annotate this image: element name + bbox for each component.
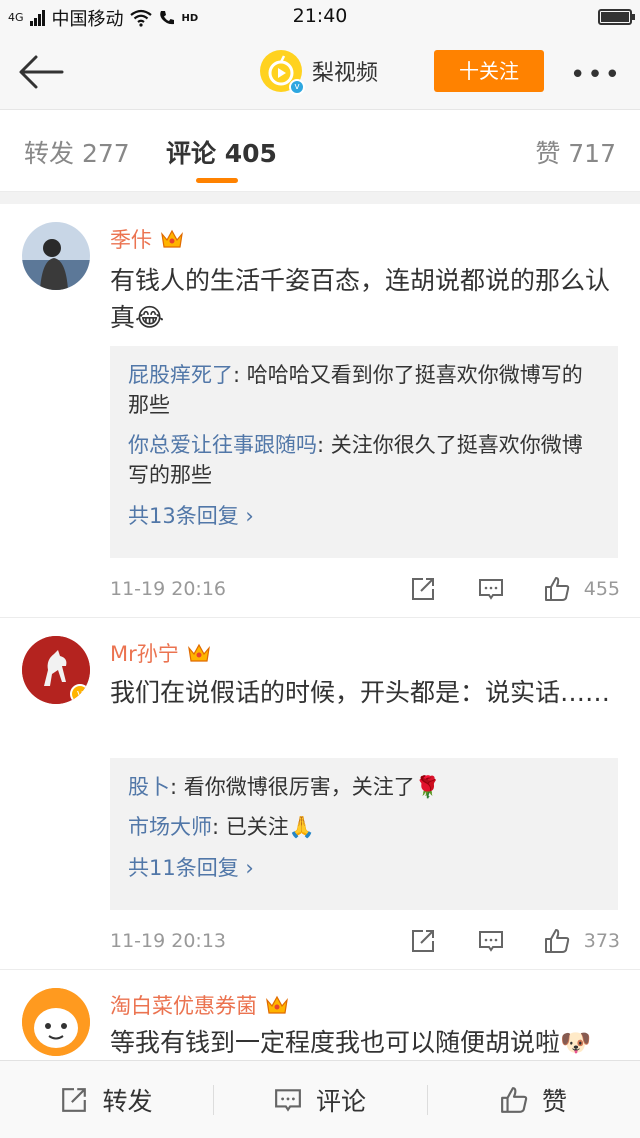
battery-icon — [598, 9, 635, 25]
back-arrow-icon — [19, 55, 64, 89]
reply-icon[interactable] — [478, 928, 504, 954]
verified-badge-icon: v — [70, 684, 90, 704]
like-button[interactable]: 赞 — [427, 1061, 640, 1138]
comment-text: 我们在说假话的时候，开头都是：说实话…… — [110, 678, 611, 707]
reply-item: 屁股痒死了: 哈哈哈又看到你了挺喜欢你微博写的那些 — [128, 360, 600, 420]
commenter-name-label: Mr孙宁 — [110, 642, 179, 666]
tab-like[interactable]: 赞 717 — [535, 134, 616, 170]
comment-button[interactable]: 评论 — [213, 1061, 427, 1138]
share-icon[interactable] — [410, 576, 436, 602]
comment-item: v Mr孙宁 我们在说假话的时候，开头都是：说实话…… 股卜: 看你微博很厉害，… — [0, 618, 640, 970]
repost-button[interactable]: 转发 — [0, 1061, 213, 1138]
account-avatar[interactable]: v — [260, 50, 305, 95]
reply-item: 市场大师: 已关注🙏 — [128, 812, 600, 842]
reply-author[interactable]: 你总爱让往事跟随吗 — [128, 433, 317, 457]
reply-item: 股卜: 看你微博很厉害，关注了🌹 — [128, 772, 600, 802]
reply-author[interactable]: 市场大师 — [128, 815, 212, 839]
comment-footer: 11-19 20:13 373 — [110, 928, 620, 958]
commenter-name[interactable]: 季佧 — [110, 224, 184, 254]
avatar[interactable] — [22, 222, 90, 290]
commenter-name[interactable]: 淘白菜优惠券菌 — [110, 990, 289, 1020]
reply-text: : 看你微博很厉害，关注了🌹 — [170, 775, 441, 799]
comment-icon — [275, 1089, 301, 1112]
section-divider — [0, 192, 640, 204]
comment-text: 等我有钱到一定程度我也可以随便胡说啦🐶 — [110, 1024, 622, 1060]
like-icon[interactable] — [544, 928, 570, 954]
nav-bar: v 梨视频 十关注 ••• — [0, 36, 640, 110]
avatar[interactable] — [22, 988, 90, 1056]
laughing-emoji: 😂 — [135, 303, 165, 332]
comment-label: 评论 — [315, 1087, 366, 1116]
doge-emoji: 🐶 — [560, 1028, 592, 1057]
like-icon[interactable] — [544, 576, 570, 602]
repost-icon — [62, 1088, 87, 1112]
status-bar: 4G 中国移动 HD 21:40 — [0, 0, 640, 36]
account-title: 梨视频 — [312, 61, 379, 86]
back-button[interactable] — [18, 54, 64, 90]
like-count: 455 — [583, 578, 620, 600]
reply-text: : 已关注🙏 — [212, 815, 315, 839]
crown-icon — [161, 229, 183, 248]
reply-box[interactable]: 股卜: 看你微博很厉害，关注了🌹 市场大师: 已关注🙏 共11条回复 › — [110, 758, 618, 910]
comment-body: 有钱人的生活千姿百态，连胡说都说的那么认真 — [110, 266, 611, 332]
reply-box[interactable]: 屁股痒死了: 哈哈哈又看到你了挺喜欢你微博写的那些 你总爱让往事跟随吗: 关注你… — [110, 346, 618, 558]
reply-icon[interactable] — [478, 576, 504, 602]
reply-author[interactable]: 股卜 — [128, 775, 170, 799]
active-tab-indicator — [196, 178, 238, 183]
like-label: 赞 — [541, 1087, 567, 1116]
avatar-image-cartoon — [22, 988, 90, 1056]
crown-icon — [266, 995, 288, 1014]
crown-icon — [187, 643, 210, 662]
share-icon[interactable] — [410, 928, 436, 954]
commenter-name-label: 淘白菜优惠券菌 — [110, 994, 257, 1018]
reply-author[interactable]: 屁股痒死了 — [128, 363, 233, 387]
commenter-name[interactable]: Mr孙宁 — [110, 638, 211, 668]
thumbs-up-icon — [501, 1087, 528, 1113]
comment-time: 11-19 20:16 — [110, 578, 227, 600]
commenter-name-label: 季佧 — [110, 228, 152, 252]
comment-body: 等我有钱到一定程度我也可以随便胡说啦 — [110, 1028, 561, 1057]
more-replies-link[interactable]: 共11条回复 › — [128, 852, 600, 882]
bottom-action-bar: 转发 评论 赞 — [0, 1060, 640, 1138]
comment-item: 季佧 有钱人的生活千姿百态，连胡说都说的那么认真😂 屁股痒死了: 哈哈哈又看到你… — [0, 204, 640, 618]
account-header[interactable]: v 梨视频 — [260, 50, 379, 95]
tab-repost[interactable]: 转发 277 — [24, 134, 130, 170]
more-replies-link[interactable]: 共13条回复 › — [128, 500, 600, 530]
repost-label: 转发 — [102, 1087, 153, 1116]
tab-bar: 转发 277 评论 405 赞 717 — [0, 110, 640, 192]
status-time: 21:40 — [292, 5, 348, 27]
tab-comment[interactable]: 评论 405 — [166, 134, 277, 170]
comment-text: 有钱人的生活千姿百态，连胡说都说的那么认真😂 — [110, 262, 622, 336]
more-options-button[interactable]: ••• — [570, 60, 622, 90]
follow-button[interactable]: 十关注 — [434, 50, 544, 92]
comment-item: 淘白菜优惠券菌 等我有钱到一定程度我也可以随便胡说啦🐶 — [0, 970, 640, 1060]
comment-time: 11-19 20:13 — [110, 930, 227, 952]
verified-badge-icon: v — [289, 79, 305, 95]
reply-item: 你总爱让往事跟随吗: 关注你很久了挺喜欢你微博写的那些 — [128, 430, 600, 490]
avatar[interactable]: v — [22, 636, 90, 704]
like-count: 373 — [583, 930, 620, 952]
avatar-image-sea — [22, 222, 90, 290]
comment-footer: 11-19 20:16 455 — [110, 576, 620, 606]
